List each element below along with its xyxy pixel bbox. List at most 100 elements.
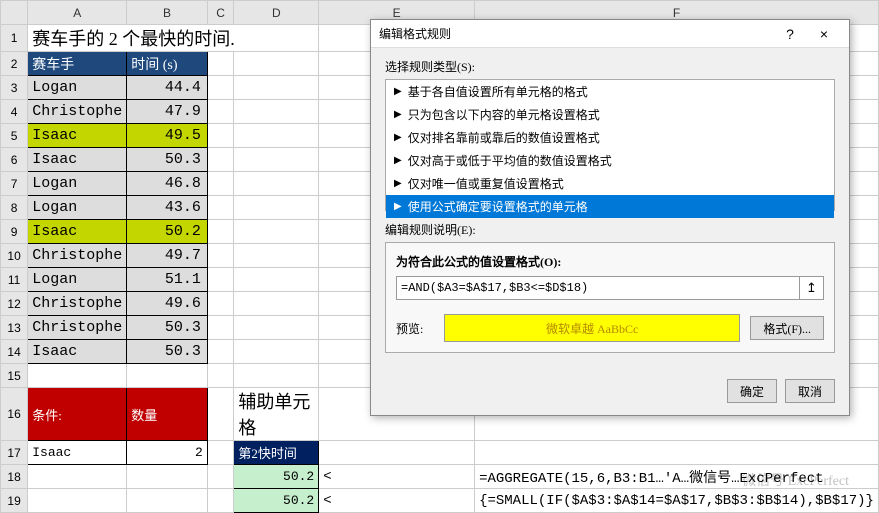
cell[interactable] bbox=[234, 196, 319, 220]
col-header-a[interactable]: A bbox=[28, 1, 127, 25]
row-header[interactable]: 15 bbox=[1, 364, 28, 388]
row-header[interactable]: 18 bbox=[1, 465, 28, 489]
aux-title[interactable]: 辅助单元格 bbox=[234, 388, 319, 441]
cell[interactable] bbox=[28, 465, 127, 489]
data-time-cell[interactable]: 49.6 bbox=[127, 292, 208, 316]
data-time-cell[interactable]: 46.8 bbox=[127, 172, 208, 196]
cell[interactable] bbox=[207, 148, 234, 172]
cell[interactable] bbox=[127, 364, 208, 388]
rule-type-item[interactable]: ▶仅对唯一值或重复值设置格式 bbox=[386, 172, 834, 195]
cell[interactable] bbox=[207, 52, 234, 76]
cell[interactable] bbox=[234, 220, 319, 244]
rule-type-item[interactable]: ▶仅对高于或低于平均值的数值设置格式 bbox=[386, 149, 834, 172]
row-header[interactable]: 1 bbox=[1, 25, 28, 52]
data-time-cell[interactable]: 50.2 bbox=[127, 220, 208, 244]
title-cell[interactable]: 赛车手的 2 个最快的时间. bbox=[28, 25, 319, 52]
cell[interactable] bbox=[207, 196, 234, 220]
data-time-cell[interactable]: 50.3 bbox=[127, 340, 208, 364]
cell[interactable] bbox=[28, 489, 127, 513]
cell[interactable] bbox=[207, 364, 234, 388]
cell[interactable] bbox=[234, 292, 319, 316]
cond-label[interactable]: 条件: bbox=[28, 388, 127, 441]
row-header[interactable]: 3 bbox=[1, 76, 28, 100]
cell[interactable] bbox=[207, 268, 234, 292]
data-name-cell[interactable]: Logan bbox=[28, 76, 127, 100]
cell[interactable] bbox=[207, 465, 234, 489]
row-header[interactable]: 10 bbox=[1, 244, 28, 268]
col-header-c[interactable]: C bbox=[207, 1, 234, 25]
cond-qty-label[interactable]: 数量 bbox=[127, 388, 208, 441]
data-name-cell[interactable]: Isaac bbox=[28, 340, 127, 364]
row-header[interactable]: 6 bbox=[1, 148, 28, 172]
row-header[interactable]: 16 bbox=[1, 388, 28, 441]
data-name-cell[interactable]: Christophe bbox=[28, 244, 127, 268]
data-time-cell[interactable]: 50.3 bbox=[127, 148, 208, 172]
cell[interactable] bbox=[127, 489, 208, 513]
cell[interactable] bbox=[475, 441, 879, 465]
ok-button[interactable]: 确定 bbox=[727, 379, 777, 403]
header-time[interactable]: 时间 (s) bbox=[127, 52, 208, 76]
cell[interactable] bbox=[207, 220, 234, 244]
data-time-cell[interactable]: 43.6 bbox=[127, 196, 208, 220]
row-header[interactable]: 12 bbox=[1, 292, 28, 316]
row-header[interactable]: 2 bbox=[1, 52, 28, 76]
col-header-b[interactable]: B bbox=[127, 1, 208, 25]
cell[interactable] bbox=[207, 388, 234, 441]
aux-val1[interactable]: 50.2 bbox=[234, 465, 319, 489]
data-name-cell[interactable]: Isaac bbox=[28, 220, 127, 244]
cell[interactable] bbox=[207, 340, 234, 364]
data-time-cell[interactable]: 51.1 bbox=[127, 268, 208, 292]
row-header[interactable]: 4 bbox=[1, 100, 28, 124]
cell[interactable] bbox=[207, 292, 234, 316]
formula2-cell[interactable]: {=SMALL(IF($A$3:$A$14=$A$17,$B$3:$B$14),… bbox=[475, 489, 879, 513]
row-header[interactable]: 19 bbox=[1, 489, 28, 513]
cell[interactable] bbox=[207, 172, 234, 196]
aux-val2[interactable]: 50.2 bbox=[234, 489, 319, 513]
row-header[interactable]: 9 bbox=[1, 220, 28, 244]
formula-input[interactable] bbox=[396, 276, 800, 300]
cell[interactable] bbox=[234, 364, 319, 388]
dialog-titlebar[interactable]: 编辑格式规则 ? × bbox=[371, 20, 849, 48]
row-header[interactable]: 7 bbox=[1, 172, 28, 196]
data-name-cell[interactable]: Logan bbox=[28, 172, 127, 196]
row-header[interactable]: 17 bbox=[1, 441, 28, 465]
data-time-cell[interactable]: 50.3 bbox=[127, 316, 208, 340]
cell[interactable] bbox=[234, 100, 319, 124]
corner-cell[interactable] bbox=[1, 1, 28, 25]
rule-type-item[interactable]: ▶仅对排名靠前或靠后的数值设置格式 bbox=[386, 126, 834, 149]
cell[interactable] bbox=[234, 316, 319, 340]
prefix-cell[interactable]: < bbox=[319, 465, 475, 489]
data-time-cell[interactable]: 49.5 bbox=[127, 124, 208, 148]
cell[interactable] bbox=[28, 364, 127, 388]
rule-type-item[interactable]: ▶只为包含以下内容的单元格设置格式 bbox=[386, 103, 834, 126]
cell[interactable] bbox=[207, 244, 234, 268]
col-header-d[interactable]: D bbox=[234, 1, 319, 25]
data-name-cell[interactable]: Christophe bbox=[28, 316, 127, 340]
close-button[interactable]: × bbox=[807, 20, 841, 48]
cell[interactable] bbox=[207, 100, 234, 124]
data-name-cell[interactable]: Isaac bbox=[28, 148, 127, 172]
cell[interactable] bbox=[234, 148, 319, 172]
cell[interactable] bbox=[234, 124, 319, 148]
range-picker-button[interactable]: ↥ bbox=[800, 276, 824, 300]
cell[interactable] bbox=[234, 172, 319, 196]
cond-qty[interactable]: 2 bbox=[127, 441, 208, 465]
rule-type-list[interactable]: ▶基于各自值设置所有单元格的格式▶只为包含以下内容的单元格设置格式▶仅对排名靠前… bbox=[385, 79, 835, 211]
data-time-cell[interactable]: 44.4 bbox=[127, 76, 208, 100]
row-header[interactable]: 13 bbox=[1, 316, 28, 340]
cell[interactable] bbox=[234, 76, 319, 100]
header-name[interactable]: 赛车手 bbox=[28, 52, 127, 76]
data-name-cell[interactable]: Isaac bbox=[28, 124, 127, 148]
cell[interactable] bbox=[234, 340, 319, 364]
cell[interactable] bbox=[207, 76, 234, 100]
cell[interactable] bbox=[234, 244, 319, 268]
cell[interactable] bbox=[127, 465, 208, 489]
row-header[interactable]: 5 bbox=[1, 124, 28, 148]
cell[interactable] bbox=[207, 441, 234, 465]
row-header[interactable]: 8 bbox=[1, 196, 28, 220]
cond-name[interactable]: Isaac bbox=[28, 441, 127, 465]
rule-type-item[interactable]: ▶基于各自值设置所有单元格的格式 bbox=[386, 80, 834, 103]
help-button[interactable]: ? bbox=[773, 20, 807, 48]
aux-header[interactable]: 第2快时间 bbox=[234, 441, 319, 465]
data-time-cell[interactable]: 47.9 bbox=[127, 100, 208, 124]
